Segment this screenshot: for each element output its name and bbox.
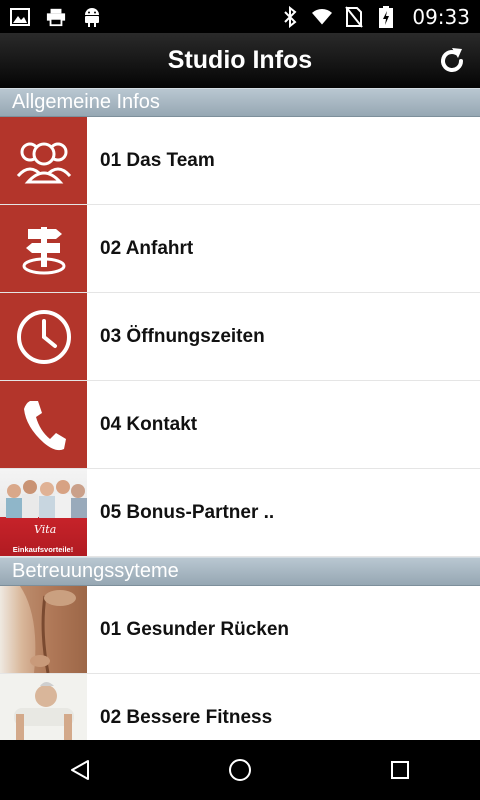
list-item-oeffnungszeiten[interactable]: 03 Öffnungszeiten <box>0 293 480 381</box>
recents-icon[interactable] <box>370 740 430 800</box>
list-item-label: 05 Bonus-Partner .. <box>100 501 275 523</box>
list-item-anfahrt[interactable]: 02 Anfahrt <box>0 205 480 293</box>
navigation-bar <box>0 740 480 800</box>
list-item-das-team[interactable]: 01 Das Team <box>0 117 480 205</box>
list-item-label: 02 Anfahrt <box>100 237 194 259</box>
bonus-brand-text: Vita <box>34 523 56 536</box>
home-icon[interactable] <box>210 740 270 800</box>
team-icon <box>0 117 87 204</box>
status-bar: 09:33 <box>0 0 480 33</box>
print-icon <box>46 7 66 27</box>
list-item-gesunder-ruecken[interactable]: 01 Gesunder Rücken <box>0 586 480 674</box>
signpost-icon <box>0 205 87 292</box>
section-header-betreuungssyteme: Betreuungssyteme <box>0 557 480 586</box>
list-item-label: 01 Gesunder Rücken <box>100 618 290 640</box>
content-list[interactable]: Allgemeine Infos 01 Das Team 02 Anfahrt <box>0 88 480 740</box>
back-icon[interactable] <box>50 740 110 800</box>
no-sim-icon <box>344 5 364 28</box>
status-time: 09:33 <box>412 4 470 29</box>
list-item-bessere-fitness[interactable]: 02 Bessere Fitness <box>0 674 480 740</box>
fitness-photo <box>0 674 87 740</box>
list-item-label: 01 Das Team <box>100 149 215 171</box>
phone-icon <box>0 381 87 468</box>
page-title: Studio Infos <box>167 46 313 74</box>
action-bar: Studio Infos <box>0 33 480 88</box>
list-item-label: 02 Bessere Fitness <box>100 706 273 728</box>
section-header-allgemeine-infos: Allgemeine Infos <box>0 88 480 117</box>
list-item-kontakt[interactable]: 04 Kontakt <box>0 381 480 469</box>
battery-icon <box>376 5 396 28</box>
bonus-caption-text: Einkaufsvorteile! <box>13 545 73 554</box>
clock-icon <box>0 293 87 380</box>
bluetooth-icon <box>280 5 300 28</box>
android-icon <box>82 7 102 27</box>
bonus-partner-photo: Vita Einkaufsvorteile! <box>0 469 87 556</box>
list-item-label: 03 Öffnungszeiten <box>100 325 265 347</box>
list-item-label: 04 Kontakt <box>100 413 198 435</box>
list-item-bonus-partner[interactable]: Vita Einkaufsvorteile! 05 Bonus-Partner … <box>0 469 480 557</box>
image-icon <box>10 7 30 27</box>
wifi-icon <box>312 7 333 27</box>
refresh-icon[interactable] <box>432 41 472 81</box>
back-photo <box>0 586 87 673</box>
